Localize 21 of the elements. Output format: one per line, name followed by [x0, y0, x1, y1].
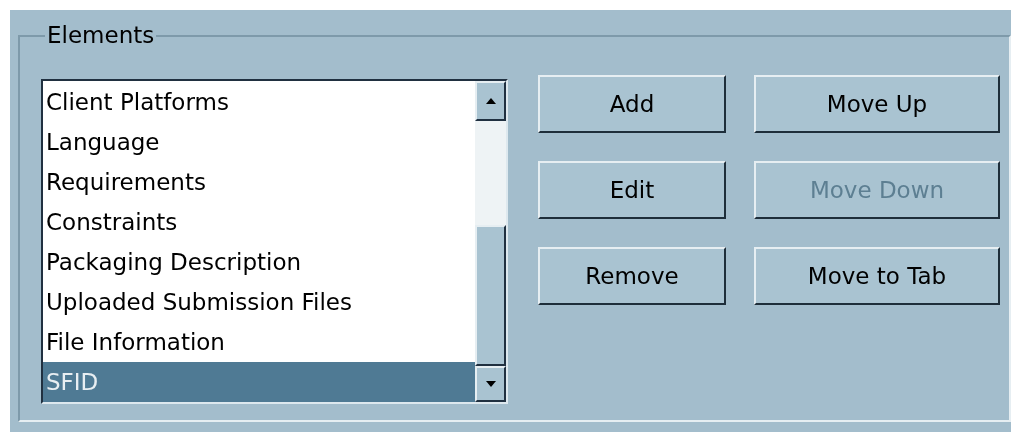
scroll-up-button[interactable] — [475, 81, 506, 121]
scrollbar[interactable] — [475, 81, 506, 402]
list-item[interactable]: Client Platforms — [43, 82, 475, 122]
up-arrow-icon — [485, 98, 496, 104]
scroll-down-button[interactable] — [475, 366, 506, 402]
list-item[interactable]: Packaging Description — [43, 242, 475, 282]
list-box[interactable]: Client Platforms Language Requirements Constraints Packaging Description Uploaded Submission Files File Information SFID — [41, 79, 508, 404]
group-title: Elements — [46, 24, 156, 47]
button[interactable]: Move Up — [754, 75, 1000, 133]
button[interactable]: Add — [538, 75, 726, 133]
list-item[interactable]: SFID — [43, 362, 475, 402]
list-item[interactable]: Language — [43, 122, 475, 162]
button[interactable]: Edit — [538, 161, 726, 219]
button[interactable]: Move to Tab — [754, 247, 1000, 305]
list-item[interactable]: Uploaded Submission Files — [43, 282, 475, 322]
list-item[interactable]: Constraints — [43, 202, 475, 242]
button[interactable]: Remove — [538, 247, 726, 305]
scroll-thumb[interactable] — [475, 225, 506, 366]
list-item[interactable]: Requirements — [43, 162, 475, 202]
down-arrow-icon — [485, 381, 496, 387]
list-item[interactable]: File Information — [43, 322, 475, 362]
